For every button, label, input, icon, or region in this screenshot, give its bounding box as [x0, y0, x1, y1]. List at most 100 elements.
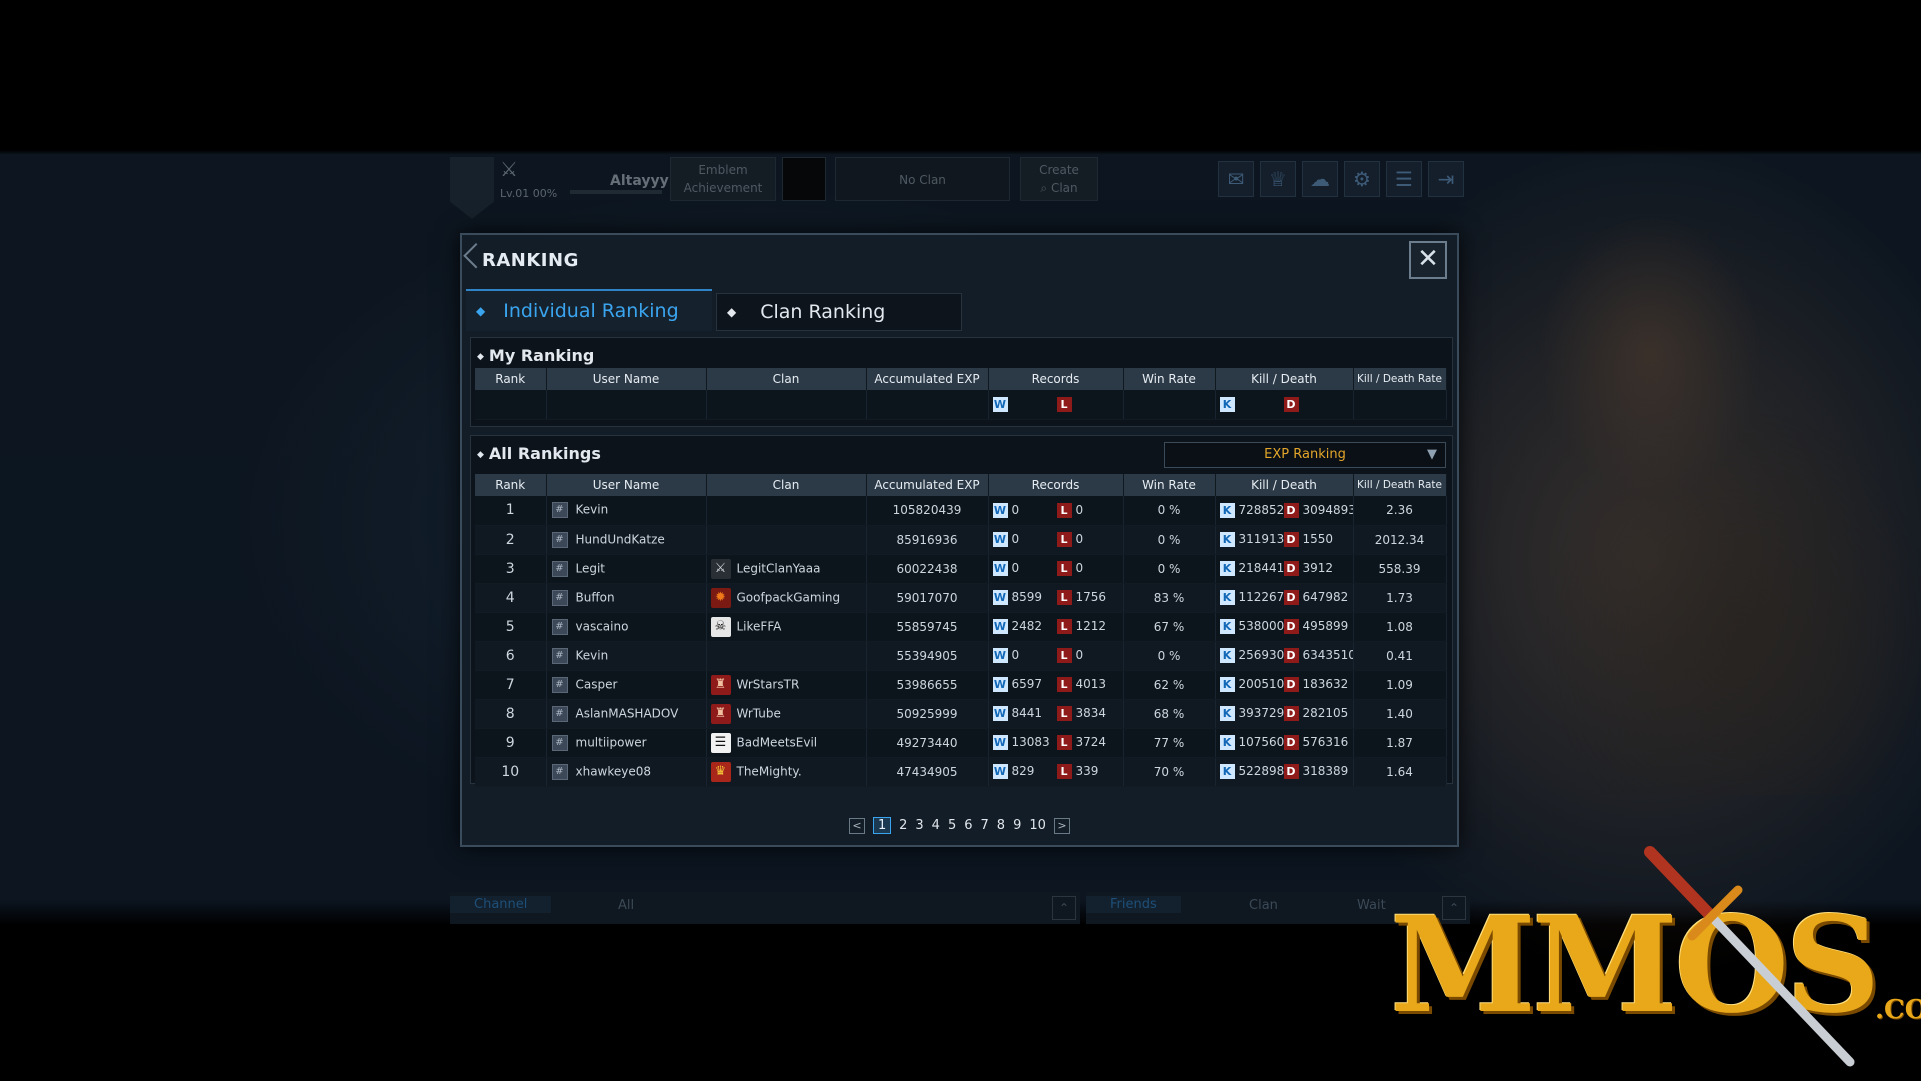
- exp-cell: [866, 390, 989, 420]
- all-rankings-panel: ◆ All Rankings EXP Ranking ▼ Rank User Na…: [470, 435, 1453, 787]
- tab-clan[interactable]: Clan: [1249, 898, 1278, 913]
- win-badge-icon: W: [992, 677, 1008, 692]
- tab-channel[interactable]: Channel: [450, 896, 552, 913]
- tab-friends[interactable]: Friends: [1086, 896, 1181, 913]
- win-rate-cell: 83 %: [1123, 583, 1216, 613]
- win-badge-icon: W: [992, 561, 1008, 576]
- page-number-5[interactable]: 5: [948, 818, 956, 833]
- records-cell: W0L0: [988, 554, 1124, 584]
- kill-death-cell: K 522898 D 318389: [1215, 757, 1354, 787]
- kill-badge-icon: K: [1219, 706, 1235, 721]
- page-number-8[interactable]: 8: [997, 818, 1005, 833]
- username-cell: # Legit: [546, 554, 707, 584]
- table-row[interactable]: 9 # multiipower ☰ BadMeetsEvil 49273440 W 13083…: [475, 728, 1447, 758]
- my-ranking-panel: ◆ My Ranking Rank User Name Clan Accumula…: [470, 337, 1453, 427]
- win-rate-cell: [1123, 390, 1216, 420]
- death-badge-icon: D: [1283, 396, 1299, 412]
- chevron-down-icon: ▼: [1427, 447, 1437, 462]
- death-badge-icon: D: [1283, 590, 1299, 605]
- close-button[interactable]: ✕: [1409, 241, 1447, 279]
- section-title-all-rankings: ◆ All Rankings: [477, 444, 601, 463]
- username-cell: # vascaino: [546, 612, 707, 642]
- column-header: User Name: [546, 368, 707, 390]
- page-number-1[interactable]: 1: [873, 817, 892, 834]
- records-cell: W 6597 L 4013: [988, 670, 1124, 700]
- page-number-4[interactable]: 4: [932, 818, 940, 833]
- username-cell: # xhawkeye08: [546, 757, 707, 787]
- win-rate-cell: 0 %: [1123, 525, 1216, 555]
- page-number-9[interactable]: 9: [1013, 818, 1021, 833]
- rank-cell: 5: [475, 612, 547, 642]
- death-badge-icon: D: [1283, 648, 1299, 663]
- records-cell: W 13083 L 3724: [988, 728, 1124, 758]
- chevron-left-icon[interactable]: <: [848, 817, 865, 834]
- page-number-3[interactable]: 3: [915, 818, 923, 833]
- user-rank-icon: #: [551, 734, 568, 751]
- chevron-up-icon[interactable]: ⌃: [1052, 896, 1076, 920]
- table-row[interactable]: 4 # Buffon ✹ GoofpackGaming 59017070 W 8599 L 175…: [475, 583, 1447, 613]
- win-rate-cell: 62 %: [1123, 670, 1216, 700]
- table-row[interactable]: 10 # xhawkeye08 ♛ TheMighty. 47434905 W 829 L 339…: [475, 757, 1447, 787]
- section-title-my-ranking: ◆ My Ranking: [477, 346, 595, 365]
- kill-badge-icon: K: [1219, 502, 1235, 518]
- diamond-icon: ◆: [476, 304, 486, 318]
- trophy-icon[interactable]: ♕: [1260, 161, 1296, 197]
- gear-icon[interactable]: ⚙: [1344, 161, 1380, 197]
- death-badge-icon: D: [1283, 561, 1299, 576]
- table-row[interactable]: 1 # Kevin 105820439 W 0 L 0 0 % K 7288521D 3094893 2…: [475, 496, 1447, 526]
- user-rank-icon: #: [551, 502, 568, 519]
- loss-badge-icon: L: [1056, 706, 1072, 721]
- kill-badge-icon: K: [1219, 532, 1235, 547]
- rank-cell: 1: [475, 496, 547, 526]
- crossed-swords-icon: ⚔: [710, 558, 731, 579]
- page-number-7[interactable]: 7: [981, 818, 989, 833]
- tab-clan-ranking[interactable]: ◆ Clan Ranking: [716, 293, 962, 331]
- exit-icon[interactable]: ⇥: [1428, 161, 1464, 197]
- chat-icon[interactable]: ☁: [1302, 161, 1338, 197]
- list-icon[interactable]: ☰: [1386, 161, 1422, 197]
- kill-death-cell: K 538000 D 495899: [1215, 612, 1354, 642]
- column-header: Clan: [706, 474, 867, 496]
- page-number-2[interactable]: 2: [899, 818, 907, 833]
- create-clan-button[interactable]: Create ⌕ Clan: [1020, 157, 1098, 201]
- kill-death-cell: K 393729 D 282105: [1215, 699, 1354, 729]
- table-row[interactable]: 7 # Casper ♜ WrStarsTR 53986655 W 6597 L 4013 62 %…: [475, 670, 1447, 700]
- table-row[interactable]: 3 # Legit ⚔ LegitClanYaaa 60022438 W 0 L 0 0 % K 218…: [475, 554, 1447, 584]
- emblem-achievement-button[interactable]: Emblem Achievement: [670, 157, 776, 201]
- table-row[interactable]: 6 # Kevin 55394905 W 0 L 0 0 % K 2569303D 6343510 0.…: [475, 641, 1447, 671]
- win-badge-icon: W: [992, 706, 1008, 721]
- ranking-type-dropdown[interactable]: EXP Ranking ▼: [1164, 442, 1446, 468]
- clan-cell: [706, 525, 867, 555]
- column-header: Clan: [706, 368, 867, 390]
- striped-emblem-icon: ☰: [710, 732, 731, 753]
- username-cell: # multiipower: [546, 728, 707, 758]
- clan-cell: ☰ BadMeetsEvil: [706, 728, 867, 758]
- kill-death-cell: K 1122670D 647982: [1215, 583, 1354, 613]
- table-row[interactable]: 2 # HundUndKatze 85916936 W 0 L 0 0 % K 3119131D 15…: [475, 525, 1447, 555]
- kill-badge-icon: K: [1219, 396, 1235, 412]
- mail-icon[interactable]: ✉: [1218, 161, 1254, 197]
- tab-wait[interactable]: Wait: [1357, 898, 1386, 913]
- red-crest-icon: ♜: [710, 674, 731, 695]
- column-header: Rank: [475, 368, 547, 390]
- table-row[interactable]: 8 # AslanMASHADOV ♜ WrTube 50925999 W 8441 L 3834…: [475, 699, 1447, 729]
- skull-icon: ☠: [710, 616, 731, 637]
- tab-all[interactable]: All: [618, 898, 634, 913]
- page-number-6[interactable]: 6: [964, 818, 972, 833]
- exp-cell: 53986655: [866, 670, 989, 700]
- kill-death-cell: K 7288521D 3094893: [1215, 496, 1354, 526]
- chevron-right-icon[interactable]: >: [1054, 817, 1071, 834]
- exp-cell: 105820439: [866, 496, 989, 526]
- table-row[interactable]: 5 # vascaino ☠ LikeFFA 55859745 W 2482 L 1212 67 %…: [475, 612, 1447, 642]
- exp-cell: 50925999: [866, 699, 989, 729]
- tab-individual-ranking[interactable]: ◆ Individual Ranking: [466, 289, 712, 331]
- column-header: Kill / Death: [1215, 368, 1354, 390]
- win-badge-icon: W: [992, 735, 1008, 750]
- column-header: Records: [988, 474, 1124, 496]
- page-number-10[interactable]: 10: [1029, 818, 1046, 833]
- red-crest-icon: ♜: [710, 703, 731, 724]
- user-rank-icon: #: [551, 618, 568, 635]
- diamond-icon: ◆: [727, 305, 737, 319]
- rank-cell: 9: [475, 728, 547, 758]
- kill-death-cell: K 3119131D 1550: [1215, 525, 1354, 555]
